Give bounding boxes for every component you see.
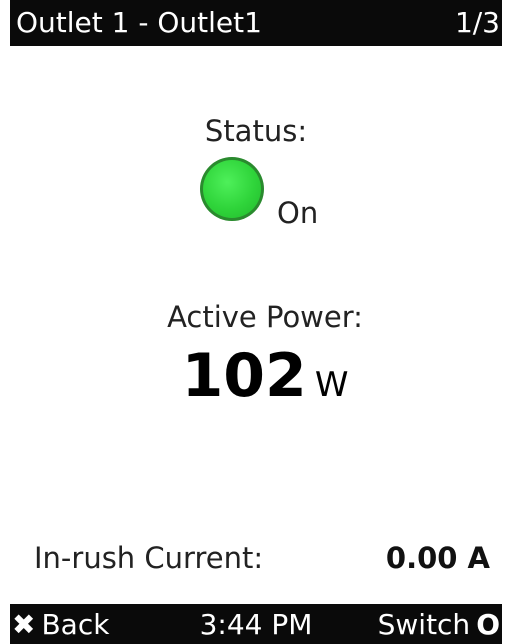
switch-button[interactable]: Switch O: [378, 608, 500, 642]
status-label: Status:: [204, 114, 308, 148]
active-power-value: 102: [181, 341, 307, 411]
status-value: On: [277, 196, 319, 230]
switch-label: Switch: [377, 608, 471, 641]
active-power-label: Active Power:: [167, 300, 363, 334]
outlet-detail-screen: Outlet 1 - Outlet1 1/3 Status: On Active…: [10, 0, 502, 644]
inrush-current-label: In-rush Current:: [34, 541, 264, 575]
softkey-bar: ✖ Back 3:44 PM Switch O: [10, 604, 502, 644]
active-power-readout: 102 W: [10, 340, 502, 421]
status-indicator-icon: [203, 160, 261, 218]
page-title: Outlet 1 - Outlet1: [16, 6, 262, 39]
page-indicator: 1/3: [454, 6, 500, 39]
power-toggle-icon: O: [476, 608, 500, 641]
title-bar: Outlet 1 - Outlet1 1/3: [10, 0, 502, 46]
inrush-current-value: 0.00 A: [385, 541, 490, 575]
active-power-unit: W: [314, 365, 349, 405]
